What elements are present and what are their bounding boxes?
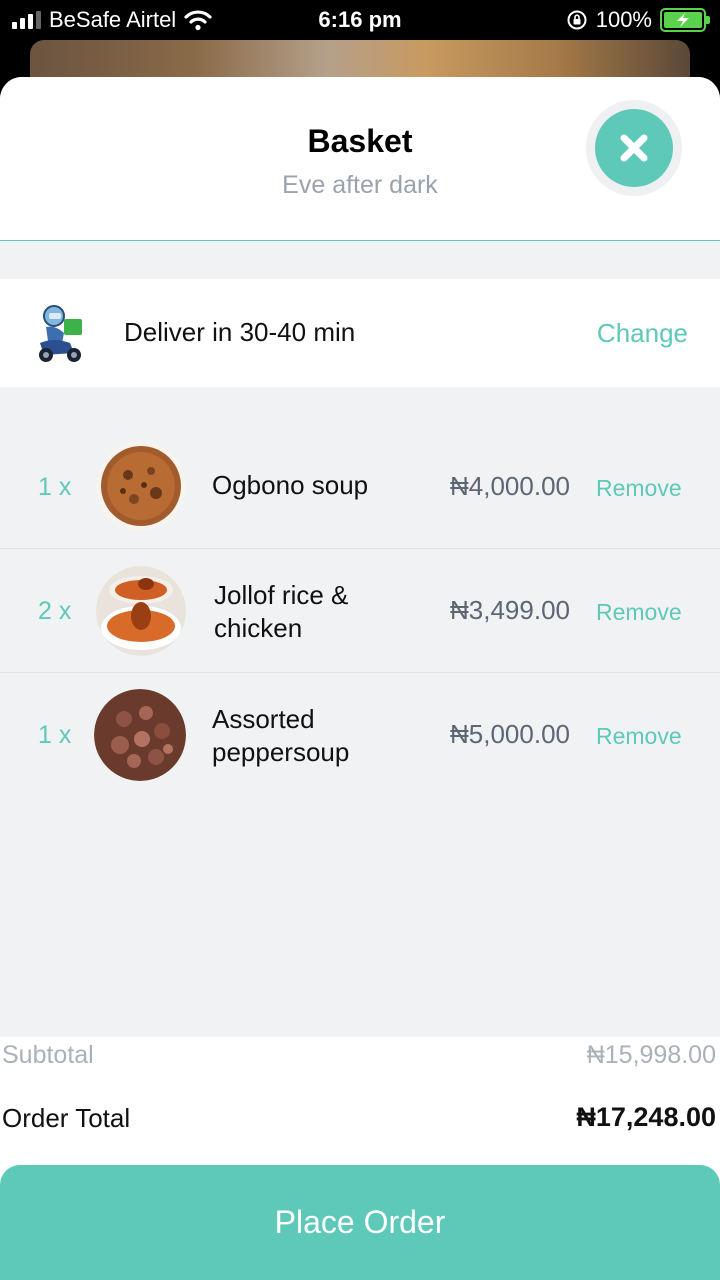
basket-header: Basket Eve after dark <box>0 77 720 241</box>
remove-item-button[interactable]: Remove <box>596 475 682 502</box>
subtotal-label: Subtotal <box>2 1041 94 1069</box>
food-image-jollof-rice-chicken <box>96 566 186 656</box>
orientation-lock-icon <box>567 10 587 30</box>
close-button[interactable] <box>586 100 682 196</box>
status-right: 100% <box>566 6 710 34</box>
battery-charging-icon <box>660 8 710 32</box>
item-price: ₦5,000.00 <box>450 719 570 749</box>
subtotal-value: ₦15,998.00 <box>586 1041 716 1069</box>
item-name: Ogbono soup <box>212 470 369 500</box>
remove-item-button[interactable]: Remove <box>596 599 682 626</box>
status-bar: BeSafe Airtel 6:16 pm 100% <box>0 0 720 40</box>
close-button-circle[interactable] <box>595 109 673 187</box>
food-image-ogbono-soup <box>96 441 186 531</box>
delivery-rider-icon <box>39 305 82 362</box>
order-total-label: Order Total <box>2 1103 131 1133</box>
item-price: ₦4,000.00 <box>450 471 570 501</box>
section-spacer <box>0 241 720 279</box>
item-quantity: 1 x <box>38 473 72 501</box>
food-image-assorted-peppersoup <box>94 689 186 781</box>
list-item: 1 x Assorted peppersoup ₦5,000.00 Remove <box>0 673 720 797</box>
order-totals: Subtotal ₦15,998.00 Order Total ₦17,248.… <box>0 1037 720 1165</box>
item-quantity: 1 x <box>38 721 72 749</box>
close-icon <box>620 134 648 162</box>
item-quantity: 2 x <box>38 597 72 625</box>
place-order-button[interactable]: Place Order <box>0 1165 720 1280</box>
item-name: Jollof rice & chicken <box>214 580 349 643</box>
item-name: Assorted peppersoup <box>212 704 350 767</box>
basket-sheet: Basket Eve after dark Deliver in 30-40 m… <box>0 77 720 1280</box>
basket-items-list: 1 x Ogbono soup ₦4,000.00 Remove 2 x Jol… <box>0 387 720 1037</box>
list-item: 1 x Ogbono soup ₦4,000.00 Remove <box>0 425 720 549</box>
remove-item-button[interactable]: Remove <box>596 723 682 750</box>
change-delivery-link[interactable]: Change <box>597 318 688 349</box>
battery-percent: 100% <box>595 7 652 32</box>
delivery-time-text: Deliver in 30-40 min <box>124 317 356 347</box>
item-price: ₦3,499.00 <box>450 595 570 625</box>
order-total-value: ₦17,248.00 <box>576 1102 716 1132</box>
list-item: 2 x Jollof rice & chicken ₦3,499.00 Remo… <box>0 549 720 673</box>
delivery-row: Deliver in 30-40 min Change <box>0 279 720 387</box>
